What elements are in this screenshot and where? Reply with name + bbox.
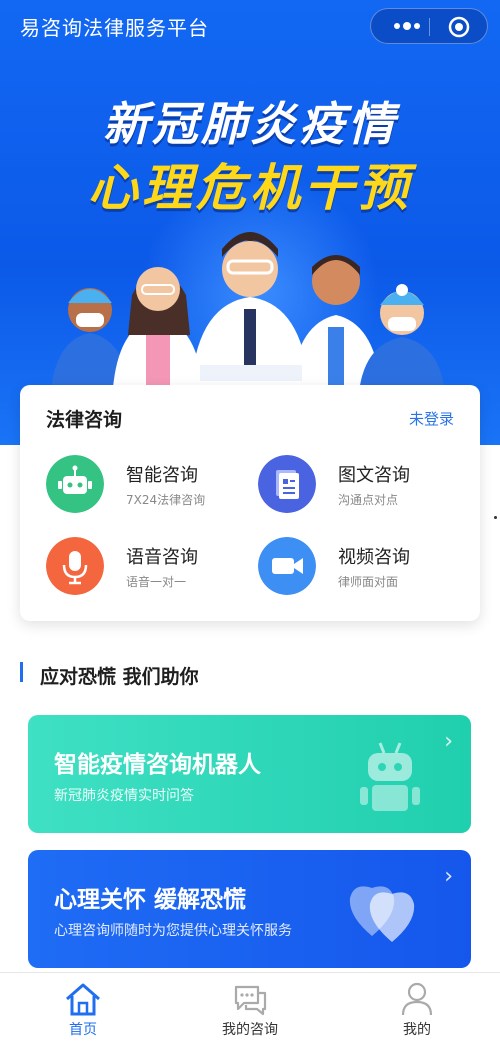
section-title: 应对恐慌 我们助你 [40, 666, 199, 688]
legal-consult-card: 法律咨询 未登录 智能咨询 7X24法律咨询 图文咨询 沟通点对点 语音咨询 语… [20, 385, 480, 621]
text-consult-item[interactable]: 图文咨询 沟通点对点 [258, 455, 468, 519]
tab-my-consults[interactable]: 我的咨询 [167, 973, 333, 1044]
target-icon[interactable] [447, 15, 471, 39]
tab-profile[interactable]: 我的 [334, 973, 500, 1044]
service-title: 语音咨询 [126, 547, 198, 568]
hero-headline-1: 新冠肺炎疫情 [103, 97, 397, 151]
psych-care-banner[interactable]: 心理关怀 缓解恐慌 心理咨询师随时为您提供心理关怀服务 › [28, 850, 471, 968]
section-accent-bar [20, 662, 23, 682]
service-title: 视频咨询 [338, 547, 410, 568]
banner-title: 智能疫情咨询机器人 [54, 752, 261, 778]
home-icon [66, 983, 100, 1016]
more-dots-icon[interactable] [391, 16, 423, 36]
doctor-figure [190, 232, 310, 405]
doctors-illustration [50, 232, 446, 405]
mini-program-capsule [370, 8, 488, 44]
microphone-icon [46, 537, 104, 595]
service-subtitle: 沟通点对点 [338, 493, 399, 507]
robot-icon [360, 742, 420, 811]
service-subtitle: 律师面对面 [338, 575, 399, 589]
login-status-link[interactable]: 未登录 [409, 408, 454, 429]
banner-subtitle: 心理咨询师随时为您提供心理关怀服务 [54, 923, 292, 939]
smart-consult-item[interactable]: 智能咨询 7X24法律咨询 [46, 455, 256, 519]
bottom-tab-bar: 首页 我的咨询 我的 [0, 972, 500, 1043]
chevron-right-icon: › [444, 729, 453, 754]
chat-bubbles-icon [234, 985, 267, 1016]
banner-title: 心理关怀 缓解恐慌 [54, 887, 247, 913]
ai-robot-banner[interactable]: 智能疫情咨询机器人 新冠肺炎疫情实时问答 › [28, 715, 471, 833]
tab-label: 我的 [403, 1022, 431, 1038]
user-icon [401, 982, 433, 1016]
tab-home[interactable]: 首页 [0, 973, 166, 1044]
video-consult-item[interactable]: 视频咨询 律师面对面 [258, 537, 468, 601]
service-title: 图文咨询 [338, 465, 410, 486]
card-title: 法律咨询 [46, 409, 123, 431]
video-camera-icon [258, 537, 316, 595]
decorative-dot [494, 516, 497, 519]
service-title: 智能咨询 [126, 465, 198, 486]
hero-banner: 易咨询法律服务平台 新冠肺炎疫情 心理危机干预 [0, 0, 500, 445]
banner-subtitle: 新冠肺炎疫情实时问答 [54, 788, 194, 804]
tab-label: 首页 [69, 1022, 97, 1038]
robot-icon [46, 455, 104, 513]
service-subtitle: 语音一对一 [126, 575, 187, 589]
document-icon [258, 455, 316, 513]
app-title: 易咨询法律服务平台 [20, 16, 209, 40]
voice-consult-item[interactable]: 语音咨询 语音一对一 [46, 537, 256, 601]
tab-label: 我的咨询 [222, 1022, 278, 1038]
service-subtitle: 7X24法律咨询 [126, 493, 206, 507]
capsule-divider [429, 18, 430, 36]
chevron-right-icon: › [444, 864, 453, 889]
hearts-icon [349, 886, 415, 942]
